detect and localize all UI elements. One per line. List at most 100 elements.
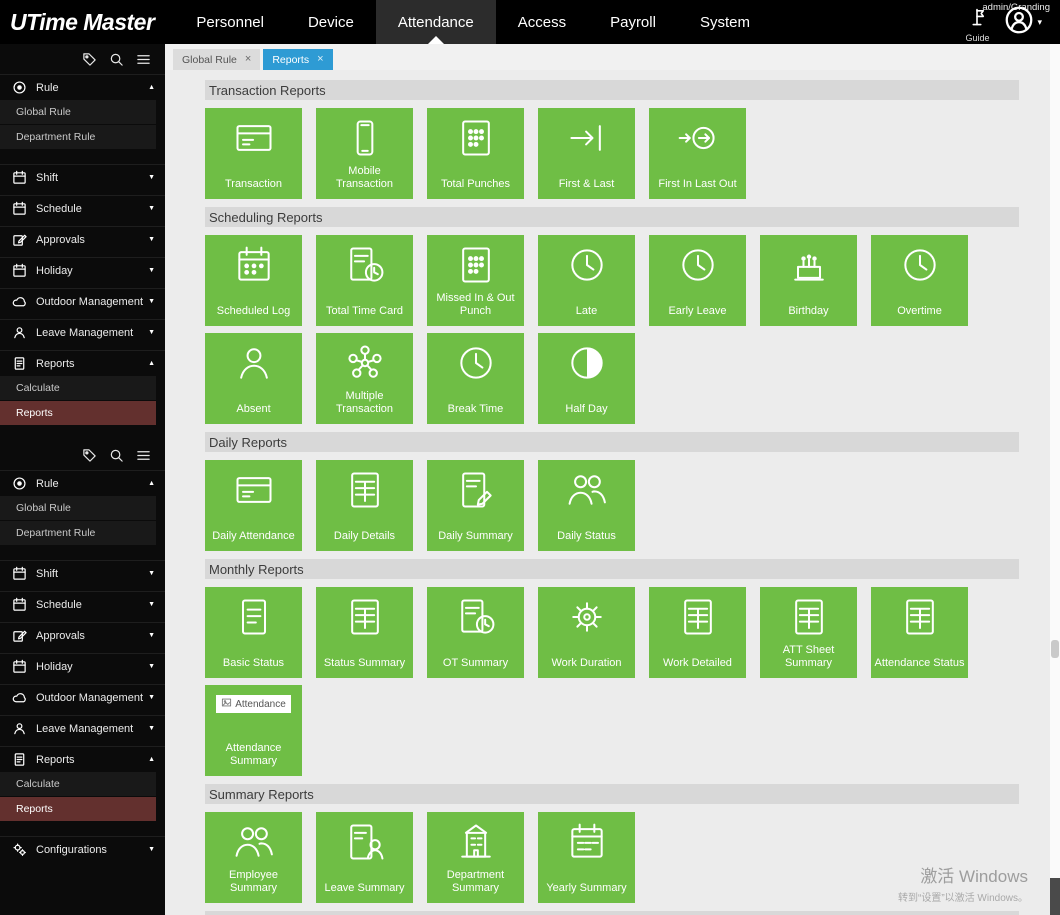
section-header-scheduling-reports: Scheduling Reports bbox=[205, 207, 1019, 227]
nav-attendance[interactable]: Attendance bbox=[376, 0, 496, 44]
report-tile-attendance-status[interactable]: Attendance Status bbox=[871, 587, 968, 678]
sidebar-group-shift[interactable]: Shift▼ bbox=[0, 560, 165, 586]
sidebar-item-reports[interactable]: Reports bbox=[0, 797, 156, 822]
cloud-icon bbox=[12, 690, 27, 705]
scrollbar[interactable] bbox=[1050, 44, 1060, 915]
topbar: UTime Master PersonnelDeviceAttendanceAc… bbox=[0, 0, 1060, 44]
chevron-down-icon: ▼ bbox=[148, 570, 155, 577]
report-tile-daily-status[interactable]: Daily Status bbox=[538, 460, 635, 551]
report-tile-daily-attendance[interactable]: Daily Attendance bbox=[205, 460, 302, 551]
tile-label: Mobile Transaction bbox=[319, 165, 410, 191]
report-tile-multiple-transaction[interactable]: Multiple Transaction bbox=[316, 333, 413, 424]
section-header-daily-reports: Daily Reports bbox=[205, 432, 1019, 452]
report-tile-absent[interactable]: Absent bbox=[205, 333, 302, 424]
report-tile-basic-status[interactable]: Basic Status bbox=[205, 587, 302, 678]
report-tile-department-summary[interactable]: Department Summary bbox=[427, 812, 524, 903]
tile-grid: Basic StatusStatus Summary OT Summary Work… bbox=[205, 587, 995, 776]
sidebar-group-rule[interactable]: Rule▲ bbox=[0, 470, 165, 496]
report-tile-yearly-summary[interactable]: Yearly Summary bbox=[538, 812, 635, 903]
report-tile-birthday[interactable]: Birthday bbox=[760, 235, 857, 326]
report-tile-leave-summary[interactable]: Leave Summary bbox=[316, 812, 413, 903]
sidebar-group-leave-management[interactable]: Leave Management▼ bbox=[0, 715, 165, 741]
sidebar-group-outdoor-management[interactable]: Outdoor Management▼ bbox=[0, 684, 165, 710]
sidebar-group-holiday[interactable]: Holiday▼ bbox=[0, 653, 165, 679]
tab-reports[interactable]: Reports× bbox=[263, 49, 332, 70]
report-tile-mobile-transaction[interactable]: Mobile Transaction bbox=[316, 108, 413, 199]
search-icon[interactable] bbox=[109, 448, 124, 463]
report-tile-att-sheet-summary[interactable]: ATT Sheet Summary bbox=[760, 587, 857, 678]
tile-label: Daily Summary bbox=[430, 530, 521, 543]
sidebar-group: Approvals ▼ bbox=[0, 622, 165, 648]
tag-icon[interactable] bbox=[82, 52, 97, 67]
sidebar-group-outdoor-management[interactable]: Outdoor Management▼ bbox=[0, 288, 165, 314]
clock-icon bbox=[565, 243, 609, 292]
nav-payroll[interactable]: Payroll bbox=[588, 0, 678, 44]
card-icon bbox=[232, 116, 276, 165]
report-tile-employee-summary[interactable]: Employee Summary bbox=[205, 812, 302, 903]
tile-label: OT Summary bbox=[430, 657, 521, 670]
sidebar-group-holiday[interactable]: Holiday▼ bbox=[0, 257, 165, 283]
sidebar-group-schedule[interactable]: Schedule▼ bbox=[0, 591, 165, 617]
nav-system[interactable]: System bbox=[678, 0, 772, 44]
tab-global-rule[interactable]: Global Rule× bbox=[173, 49, 260, 70]
list-icon[interactable] bbox=[136, 448, 151, 463]
nav-device[interactable]: Device bbox=[286, 0, 376, 44]
sidebar-group-reports[interactable]: Reports▲ bbox=[0, 350, 165, 376]
report-tile-early-leave[interactable]: Early Leave bbox=[649, 235, 746, 326]
report-tile-status-summary[interactable]: Status Summary bbox=[316, 587, 413, 678]
sidebar-item-calculate[interactable]: Calculate bbox=[0, 772, 156, 797]
tag-icon[interactable] bbox=[82, 448, 97, 463]
sidebar-group-configurations[interactable]: Configurations▼ bbox=[0, 836, 165, 862]
report-tile-transaction[interactable]: Transaction bbox=[205, 108, 302, 199]
report-tile-total-time-card[interactable]: Total Time Card bbox=[316, 235, 413, 326]
report-sections: Transaction ReportsTransactionMobile Tra… bbox=[165, 70, 1050, 915]
nav-access[interactable]: Access bbox=[496, 0, 588, 44]
report-tile-break-time[interactable]: Break Time bbox=[427, 333, 524, 424]
sidebar-group-schedule[interactable]: Schedule▼ bbox=[0, 195, 165, 221]
report-tile-work-detailed[interactable]: Work Detailed bbox=[649, 587, 746, 678]
report-tile-late[interactable]: Late bbox=[538, 235, 635, 326]
sidebar-group-label: Approvals bbox=[36, 630, 85, 642]
chevron-down-icon: ▼ bbox=[148, 632, 155, 639]
report-tile-attendance-summary[interactable]: AttendanceAttendance Summary bbox=[205, 685, 302, 776]
punches-icon bbox=[454, 116, 498, 165]
close-icon[interactable]: × bbox=[317, 54, 323, 65]
sidebar-group-rule[interactable]: Rule▲ bbox=[0, 74, 165, 100]
report-tile-total-punches[interactable]: Total Punches bbox=[427, 108, 524, 199]
sidebar-group-shift[interactable]: Shift▼ bbox=[0, 164, 165, 190]
timecard-icon bbox=[454, 595, 498, 644]
report-tile-daily-summary[interactable]: Daily Summary bbox=[427, 460, 524, 551]
report-tile-overtime[interactable]: Overtime bbox=[871, 235, 968, 326]
report-tile-daily-details[interactable]: Daily Details bbox=[316, 460, 413, 551]
tile-label: Daily Attendance bbox=[208, 530, 299, 543]
sidebar-item-global-rule[interactable]: Global Rule bbox=[0, 496, 156, 521]
report-tile-ot-summary[interactable]: OT Summary bbox=[427, 587, 524, 678]
close-icon[interactable]: × bbox=[245, 54, 251, 65]
chevron-down-icon: ▾ bbox=[1037, 17, 1042, 28]
sidebar-item-global-rule[interactable]: Global Rule bbox=[0, 100, 156, 125]
nav-personnel[interactable]: Personnel bbox=[174, 0, 286, 44]
scrollbar-thumb-bottom[interactable] bbox=[1050, 878, 1060, 915]
sidebar-group-reports[interactable]: Reports▲ bbox=[0, 746, 165, 772]
scrollbar-thumb[interactable] bbox=[1051, 640, 1059, 658]
docpencil-icon bbox=[454, 468, 498, 517]
account-label[interactable]: admin/Granding bbox=[982, 2, 1050, 13]
search-icon[interactable] bbox=[109, 52, 124, 67]
list-icon[interactable] bbox=[136, 52, 151, 67]
report-tile-missed-in-out-punch[interactable]: Missed In & Out Punch bbox=[427, 235, 524, 326]
sidebar-group-approvals[interactable]: Approvals▼ bbox=[0, 226, 165, 252]
report-tile-scheduled-log[interactable]: Scheduled Log bbox=[205, 235, 302, 326]
report-tile-work-duration[interactable]: Work Duration bbox=[538, 587, 635, 678]
docgrid-icon bbox=[787, 595, 831, 644]
sidebar-group-leave-management[interactable]: Leave Management▼ bbox=[0, 319, 165, 345]
report-tile-first-in-last-out[interactable]: First In Last Out bbox=[649, 108, 746, 199]
sidebar-group-label: Rule bbox=[36, 478, 59, 490]
clock-icon bbox=[454, 341, 498, 390]
sidebar-group-approvals[interactable]: Approvals ▼ bbox=[0, 622, 165, 648]
report-tile-half-day[interactable]: Half Day bbox=[538, 333, 635, 424]
sidebar-item-calculate[interactable]: Calculate bbox=[0, 376, 156, 401]
report-tile-first-last[interactable]: First & Last bbox=[538, 108, 635, 199]
sidebar-item-reports[interactable]: Reports bbox=[0, 401, 156, 426]
sidebar-item-department-rule[interactable]: Department Rule bbox=[0, 521, 156, 546]
sidebar-item-department-rule[interactable]: Department Rule bbox=[0, 125, 156, 150]
